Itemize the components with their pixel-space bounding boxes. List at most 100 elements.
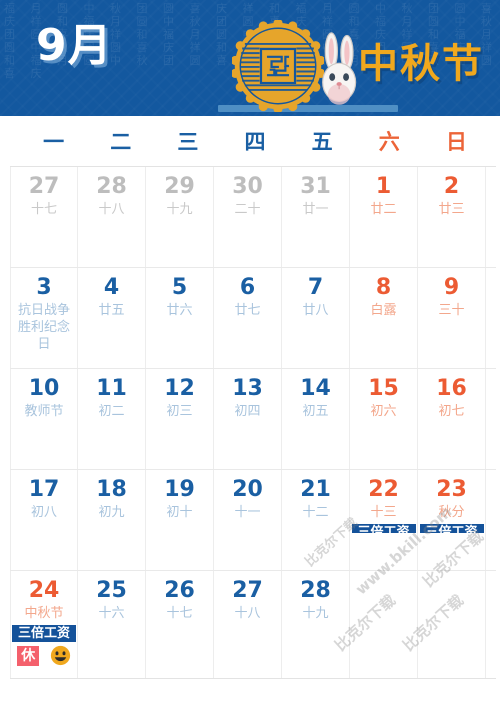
weekday-thu: 四 <box>244 130 266 154</box>
day-cell[interactable]: 15 初六 <box>350 369 418 469</box>
weekday-tue: 二 <box>110 130 132 154</box>
day-badges: 三倍工资 <box>350 524 417 533</box>
day-cell[interactable]: 14 初五 <box>282 369 350 469</box>
day-number: 16 <box>436 376 467 401</box>
day-lunar-label: 教师节 <box>24 404 64 419</box>
day-cell[interactable]: 20 十一 <box>214 470 282 570</box>
day-lunar-label: 廿二 <box>370 202 397 217</box>
day-number: 10 <box>28 376 60 401</box>
day-cell[interactable]: 16 初七 <box>418 369 486 469</box>
calendar-week-row: 27 十七 28 十八 29 十九 30 二十 31 廿一 1 廿二 2 廿三 <box>10 167 496 268</box>
day-cell[interactable]: 21 十二 <box>282 470 350 570</box>
day-number: 23 <box>436 477 467 502</box>
day-number: 13 <box>232 376 263 401</box>
day-cell[interactable]: 9 三十 <box>418 268 486 368</box>
day-number: 21 <box>300 477 331 502</box>
day-number: 2 <box>443 174 460 199</box>
day-number: 25 <box>96 578 127 603</box>
day-lunar-label: 初四 <box>234 404 261 419</box>
day-number: 30 <box>232 174 263 199</box>
day-cell[interactable]: 23 秋分三倍工资 <box>418 470 486 570</box>
day-cell[interactable]: 8 白露 <box>350 268 418 368</box>
day-cell[interactable]: 10 教师节 <box>10 369 78 469</box>
day-cell[interactable]: 27 十七 <box>10 167 78 267</box>
day-cell[interactable]: 4 廿五 <box>78 268 146 368</box>
calendar-week-row: 24 中秋节 三倍工资休 25 十六 26 十七 27 十八 28 十九 <box>10 571 496 679</box>
day-lunar-label: 十七 <box>166 606 193 621</box>
day-badge-row: 休 <box>12 645 76 666</box>
month-label: 9月 <box>36 20 113 71</box>
triple-wage-badge: 三倍工资 <box>419 524 484 533</box>
day-lunar-label: 抗日战争胜利纪念日 <box>17 303 70 352</box>
day-cell-empty <box>350 571 418 678</box>
day-lunar-label: 廿一 <box>302 202 329 217</box>
day-cell[interactable]: 12 初三 <box>146 369 214 469</box>
day-number: 14 <box>300 376 331 401</box>
day-lunar-label: 初九 <box>98 505 125 520</box>
day-lunar-label: 初二 <box>98 404 125 419</box>
day-number: 9 <box>443 275 460 300</box>
day-number: 27 <box>28 174 60 199</box>
day-lunar-label: 白露 <box>370 303 397 318</box>
day-cell[interactable]: 3 抗日战争胜利纪念日 <box>10 268 78 368</box>
day-number: 3 <box>36 275 52 300</box>
day-cell[interactable]: 17 初八 <box>10 470 78 570</box>
day-cell[interactable]: 24 中秋节 三倍工资休 <box>10 571 78 678</box>
weekday-fri: 五 <box>311 130 333 154</box>
day-lunar-label: 初三 <box>166 404 193 419</box>
day-cell[interactable]: 19 初十 <box>146 470 214 570</box>
day-number: 28 <box>300 578 331 603</box>
day-number: 5 <box>171 275 188 300</box>
day-cell[interactable]: 22 十三 三倍工资 <box>350 470 418 570</box>
day-lunar-label: 廿七 <box>234 303 261 318</box>
day-cell-empty <box>418 571 486 678</box>
day-lunar-label: 十一 <box>234 505 261 520</box>
day-cell[interactable]: 13 初四 <box>214 369 282 469</box>
day-number: 31 <box>300 174 331 199</box>
day-lunar-label: 廿六 <box>166 303 193 318</box>
weekday-sun: 日 <box>445 130 467 154</box>
day-lunar-label: 初十 <box>166 505 193 520</box>
day-lunar-label: 廿三 <box>438 202 465 217</box>
day-cell[interactable]: 27 十八 <box>214 571 282 678</box>
day-lunar-label: 秋分 <box>438 505 465 520</box>
day-number: 26 <box>164 578 195 603</box>
day-lunar-label: 二十 <box>234 202 261 217</box>
day-number: 20 <box>232 477 263 502</box>
rest-day-badge: 休 <box>17 645 40 666</box>
day-cell[interactable]: 28 十八 <box>78 167 146 267</box>
day-number: 29 <box>164 174 195 199</box>
day-lunar-label: 十八 <box>98 202 125 217</box>
day-cell[interactable]: 6 廿七 <box>214 268 282 368</box>
festival-title: 中秋节 <box>358 41 484 87</box>
day-cell[interactable]: 5 廿六 <box>146 268 214 368</box>
day-lunar-label: 十九 <box>302 606 329 621</box>
day-badges: 三倍工资 <box>418 524 485 533</box>
day-cell[interactable]: 11 初二 <box>78 369 146 469</box>
day-cell[interactable]: 2 廿三 <box>418 167 486 267</box>
day-cell[interactable]: 18 初九 <box>78 470 146 570</box>
day-cell[interactable]: 1 廿二 <box>350 167 418 267</box>
mooncake-icon <box>230 18 326 114</box>
day-cell[interactable]: 28 十九 <box>282 571 350 678</box>
day-cell[interactable]: 26 十七 <box>146 571 214 678</box>
day-cell[interactable]: 29 十九 <box>146 167 214 267</box>
weekday-header-row: 一 二 三 四 五 六 日 <box>10 116 490 166</box>
day-number: 17 <box>28 477 60 502</box>
day-number: 6 <box>239 275 256 300</box>
weekday-wed: 三 <box>177 130 199 154</box>
day-cell[interactable]: 30 二十 <box>214 167 282 267</box>
day-badges: 三倍工资休 <box>11 625 77 666</box>
day-lunar-label: 廿八 <box>302 303 329 318</box>
weekday-sat: 六 <box>378 130 400 154</box>
day-lunar-label: 初七 <box>438 404 465 419</box>
day-cell[interactable]: 7 廿八 <box>282 268 350 368</box>
day-lunar-label: 中秋节 <box>24 606 64 621</box>
day-cell[interactable]: 31 廿一 <box>282 167 350 267</box>
day-cell[interactable]: 25 十六 <box>78 571 146 678</box>
calendar-grid: 27 十七 28 十八 29 十九 30 二十 31 廿一 1 廿二 2 廿三 3 抗日战争胜利纪念日 4 廿五 5… <box>10 166 496 679</box>
day-lunar-label: 初五 <box>302 404 329 419</box>
smile-emoji-icon <box>50 645 71 666</box>
day-lunar-label: 初六 <box>370 404 397 419</box>
day-lunar-label: 廿五 <box>98 303 125 318</box>
